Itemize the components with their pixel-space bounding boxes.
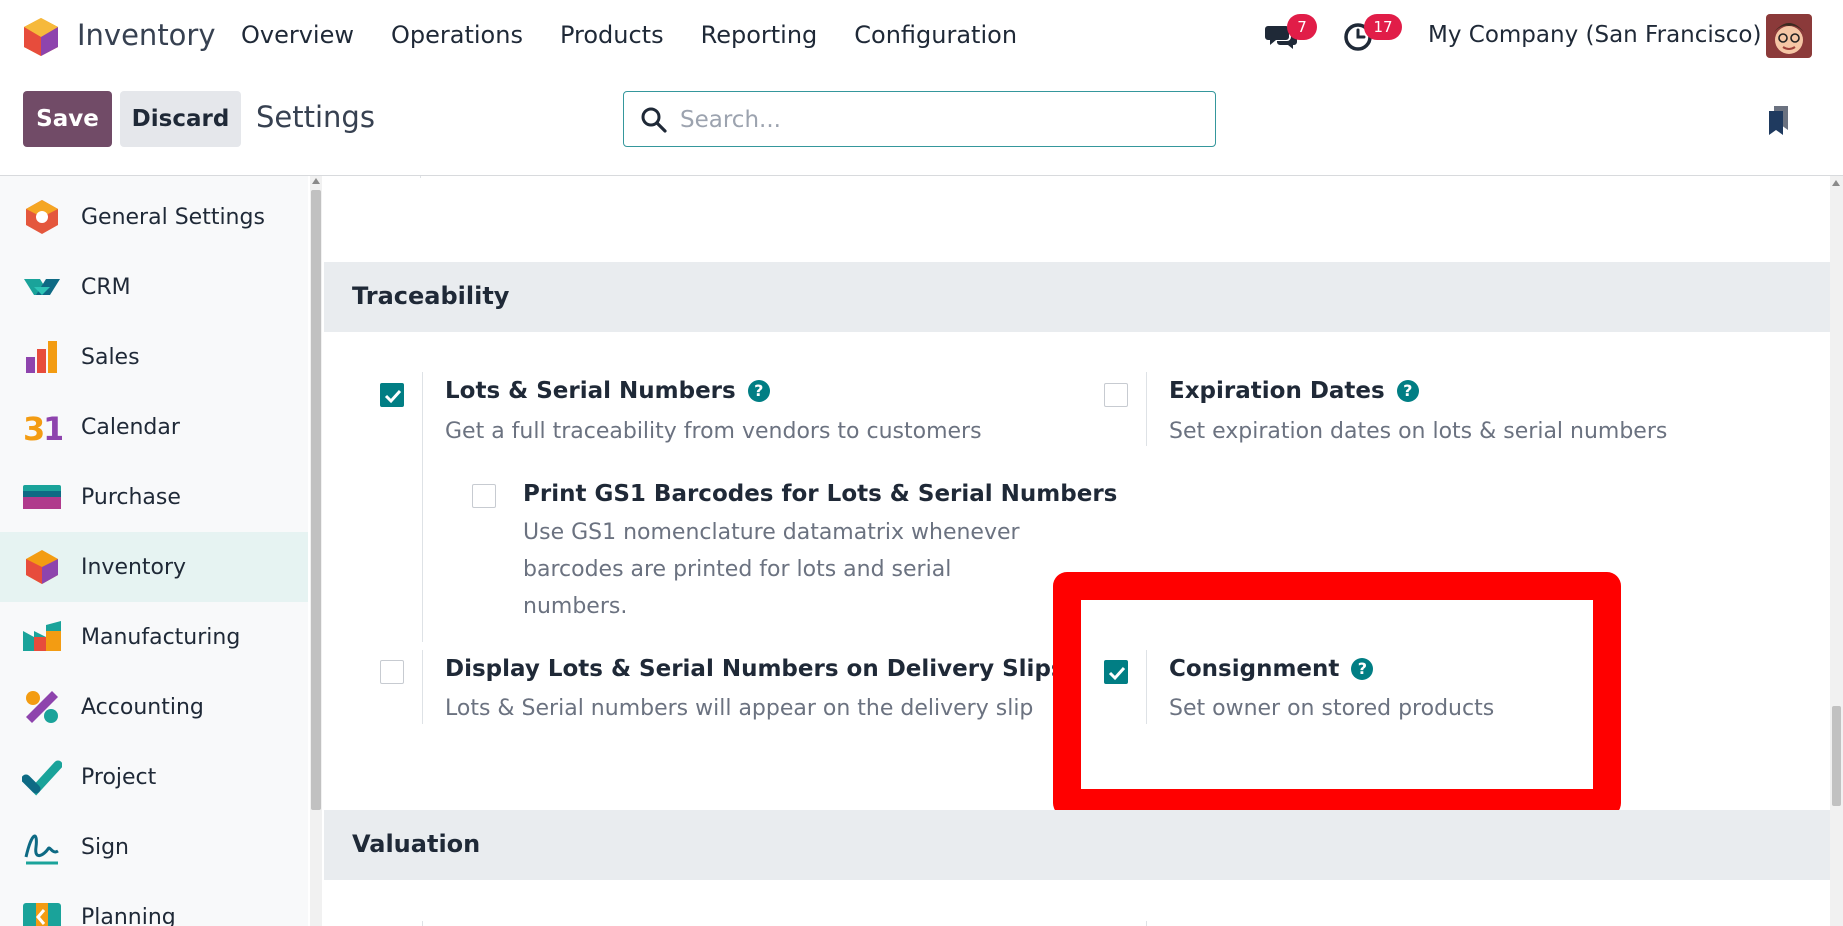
- lots-serial-checkbox[interactable]: [380, 383, 404, 407]
- menu-configuration[interactable]: Configuration: [854, 21, 1017, 49]
- sidebar-item-label: Purchase: [81, 484, 181, 510]
- crm-icon: [24, 279, 60, 295]
- expiration-dates-title: Expiration Dates?: [1169, 378, 1419, 404]
- main-scrollbar[interactable]: [1830, 176, 1843, 926]
- project-icon: [22, 760, 62, 796]
- setting-divider: [1146, 921, 1147, 926]
- sidebar-item-inventory[interactable]: Inventory: [0, 532, 308, 602]
- expiration-dates-checkbox[interactable]: [1104, 383, 1128, 407]
- search-box[interactable]: [623, 91, 1216, 147]
- user-avatar[interactable]: [1766, 14, 1812, 58]
- sidebar-item-calendar[interactable]: 3 1 Calendar: [0, 392, 308, 462]
- menu-operations[interactable]: Operations: [391, 21, 523, 49]
- inventory-app-icon[interactable]: [22, 16, 60, 58]
- inventory-icon: [26, 550, 58, 584]
- lots-serial-title: Lots & Serial Numbers?: [445, 378, 770, 404]
- section-header-valuation: Valuation: [324, 810, 1830, 880]
- discard-button[interactable]: Discard: [120, 91, 241, 147]
- settings-sidebar: General Settings CRM Sales 3 1 Calendar …: [0, 176, 308, 926]
- sidebar-item-purchase[interactable]: Purchase: [0, 462, 308, 532]
- sidebar-item-label: Planning: [81, 904, 176, 926]
- control-panel: Save Discard Settings: [0, 74, 1843, 176]
- expiration-dates-title-text: Expiration Dates: [1169, 378, 1385, 404]
- expiration-dates-desc: Set expiration dates on lots & serial nu…: [1169, 419, 1668, 444]
- messages-badge: 7: [1287, 14, 1317, 40]
- save-button[interactable]: Save: [23, 91, 112, 147]
- gs1-barcodes-title: Print GS1 Barcodes for Lots & Serial Num…: [523, 481, 1118, 507]
- setting-divider: [422, 650, 423, 724]
- sidebar-item-sign[interactable]: Sign: [0, 812, 308, 882]
- sidebar-item-planning[interactable]: Planning: [0, 882, 308, 926]
- page-title: Settings: [256, 100, 375, 134]
- manufacturing-icon: [23, 621, 61, 651]
- sidebar-item-label: Inventory: [81, 554, 187, 580]
- section-title: Traceability: [352, 282, 510, 310]
- divider: [420, 176, 421, 178]
- sidebar-item-manufacturing[interactable]: Manufacturing: [0, 602, 308, 672]
- company-switcher[interactable]: My Company (San Francisco): [1428, 22, 1761, 48]
- main-scrollbar-thumb[interactable]: [1832, 706, 1841, 806]
- sidebar-item-label: CRM: [81, 274, 131, 300]
- sidebar-item-project[interactable]: Project: [0, 742, 308, 812]
- search-icon: [641, 107, 667, 133]
- sidebar-item-general-settings[interactable]: General Settings: [0, 182, 308, 252]
- help-icon[interactable]: ?: [747, 380, 770, 402]
- sales-icon: [26, 341, 57, 373]
- sidebar-item-label: Accounting: [81, 694, 204, 720]
- activities-badge: 17: [1364, 14, 1402, 40]
- setting-divider: [1146, 372, 1147, 446]
- menu-products[interactable]: Products: [560, 21, 664, 49]
- sidebar-item-label: Manufacturing: [81, 624, 241, 650]
- setting-divider: [422, 372, 423, 642]
- bookmark-icon[interactable]: [1766, 104, 1792, 136]
- purchase-icon: [23, 485, 61, 509]
- sidebar-item-sales[interactable]: Sales: [0, 322, 308, 392]
- avatar-face-icon: [1766, 14, 1812, 58]
- sidebar-item-label: Sales: [81, 344, 140, 370]
- calendar-icon: 3 1: [23, 410, 62, 447]
- sidebar-item-label: General Settings: [81, 204, 265, 230]
- main-menu: Overview Operations Products Reporting C…: [241, 21, 1054, 49]
- setting-divider: [422, 921, 423, 926]
- sidebar-item-label: Project: [81, 764, 157, 790]
- sign-icon: [24, 834, 59, 865]
- gs1-barcodes-desc: Use GS1 nomenclature datamatrix whenever…: [523, 520, 1020, 619]
- sidebar-item-accounting[interactable]: Accounting: [0, 672, 308, 742]
- sidebar-item-label: Calendar: [81, 414, 180, 440]
- display-lots-title: Display Lots & Serial Numbers on Deliver…: [445, 656, 1065, 682]
- section-header-traceability: Traceability: [324, 262, 1830, 332]
- accounting-icon: [26, 691, 58, 723]
- sidebar-item-label: Sign: [81, 834, 129, 860]
- lots-serial-desc: Get a full traceability from vendors to …: [445, 419, 982, 444]
- general-settings-icon: [26, 200, 58, 234]
- sidebar-scrollbar[interactable]: [310, 176, 322, 926]
- app-name[interactable]: Inventory: [77, 18, 216, 52]
- menu-reporting[interactable]: Reporting: [701, 21, 818, 49]
- search-input[interactable]: [680, 100, 1200, 140]
- top-navbar: Inventory Overview Operations Products R…: [0, 0, 1843, 74]
- display-lots-desc: Lots & Serial numbers will appear on the…: [445, 696, 1034, 721]
- settings-main: Traceability Lots & Serial Numbers? Get …: [324, 176, 1830, 926]
- scroll-up-arrow-icon[interactable]: [1832, 180, 1840, 186]
- gs1-barcodes-checkbox[interactable]: [472, 484, 496, 508]
- section-title: Valuation: [352, 830, 481, 858]
- check-icon: [384, 389, 402, 404]
- display-lots-checkbox[interactable]: [380, 660, 404, 684]
- menu-overview[interactable]: Overview: [241, 21, 354, 49]
- help-icon[interactable]: ?: [1396, 380, 1419, 402]
- highlight-annotation-box: [1053, 572, 1621, 817]
- svg-text:3: 3: [23, 410, 45, 447]
- sidebar-scrollbar-thumb[interactable]: [311, 190, 321, 810]
- scroll-up-arrow-icon[interactable]: [312, 178, 320, 184]
- sidebar-item-crm[interactable]: CRM: [0, 252, 308, 322]
- planning-icon: [23, 903, 61, 926]
- lots-serial-title-text: Lots & Serial Numbers: [445, 378, 736, 404]
- svg-text:1: 1: [43, 410, 62, 447]
